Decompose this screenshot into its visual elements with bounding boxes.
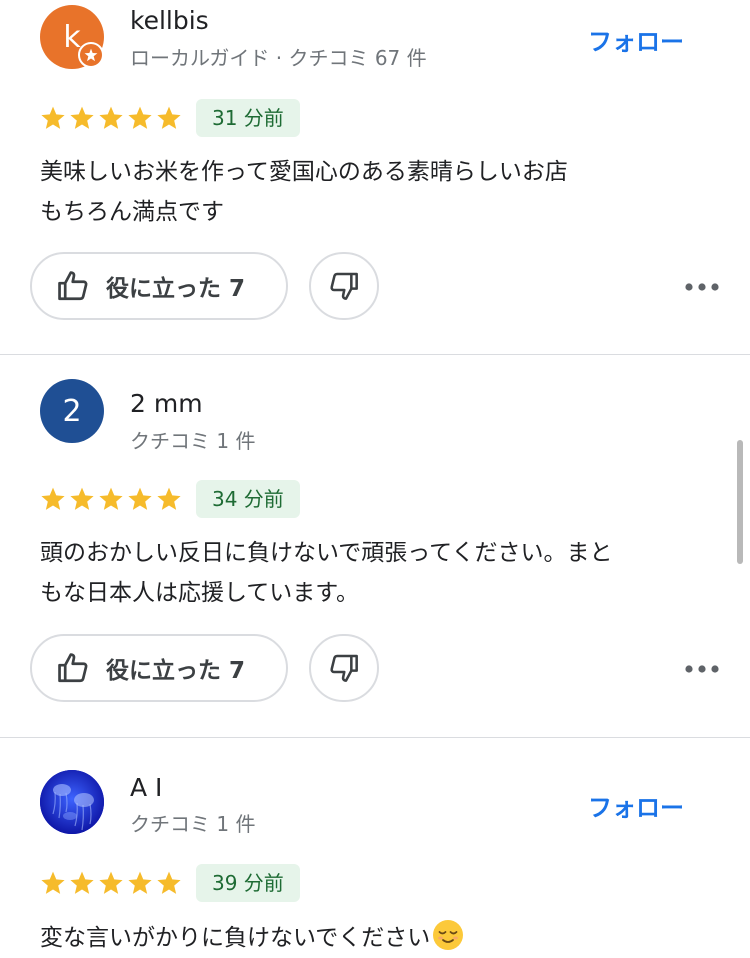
star-icon (99, 871, 123, 894)
star-icon (70, 106, 94, 129)
avatar[interactable]: 2 (40, 379, 104, 443)
not-helpful-button[interactable] (309, 252, 379, 320)
review-card: A I クチコミ 1 件 フォロー 39 分前 変な言いがかりに負けないでくださ… (0, 737, 750, 953)
jellyfish-photo-icon (40, 770, 104, 834)
star-icon (157, 871, 181, 894)
star-icon (157, 487, 181, 510)
more-options-icon[interactable] (682, 277, 722, 297)
review-card: 2 2 mm クチコミ 1 件 34 分前 頭のおかしい反日に負けないで頑張って… (0, 354, 750, 737)
review-text-line: 美味しいお米を作って愛国心のある素晴らしいお店 (40, 159, 568, 185)
avatar-letter: 2 (62, 393, 82, 429)
reviewer-meta: ローカルガイド · クチコミ 67 件 (130, 46, 427, 70)
star-icon (128, 106, 152, 129)
star-icon (157, 106, 181, 129)
star-icon (41, 871, 65, 894)
reviewer-name[interactable]: kellbis (130, 6, 209, 35)
reviewer-meta: クチコミ 1 件 (130, 429, 256, 453)
star-rating (40, 870, 182, 896)
reviewer-name[interactable]: A I (130, 773, 162, 802)
review-text: 美味しいお米を作って愛国心のある素晴らしいお店 もちろん満点です (40, 152, 710, 232)
star-rating (40, 105, 182, 131)
star-icon (99, 487, 123, 510)
follow-button[interactable]: フォロー (588, 788, 684, 823)
avatar[interactable] (40, 770, 104, 834)
thumbs-up-icon (58, 653, 88, 683)
follow-button[interactable]: フォロー (588, 22, 684, 57)
review-text-line: 変な言いがかりに負けないでください (40, 918, 710, 958)
thumbs-down-icon (330, 654, 358, 682)
star-icon (99, 106, 123, 129)
scrollbar[interactable] (737, 440, 743, 564)
star-rating (40, 486, 182, 512)
relieved-face-emoji-icon (433, 920, 464, 950)
review-time-badge: 34 分前 (196, 480, 300, 518)
star-icon (128, 487, 152, 510)
thumbs-down-icon (330, 272, 358, 300)
thumbs-up-icon (58, 271, 88, 301)
star-icon (70, 487, 94, 510)
not-helpful-button[interactable] (309, 634, 379, 702)
local-guide-badge-icon (78, 42, 104, 68)
review-text-line: もな日本人は応援しています。 (40, 580, 360, 606)
reviewer-meta: クチコミ 1 件 (130, 812, 256, 836)
review-text: 頭のおかしい反日に負けないで頑張ってください。まと もな日本人は応援しています。 (40, 533, 710, 613)
review-card: k kellbis ローカルガイド · クチコミ 67 件 フォロー 31 分前… (0, 0, 750, 354)
review-text: 変な言いがかりに負けないでください (40, 918, 710, 958)
helpful-count-label: 役に立った 7 (106, 276, 246, 302)
review-text-line-content: 変な言いがかりに負けないでください (40, 925, 431, 951)
reviewer-name[interactable]: 2 mm (130, 389, 203, 418)
helpful-count-label: 役に立った 7 (106, 658, 246, 684)
review-text-line: 頭のおかしい反日に負けないで頑張ってください。まと (40, 540, 613, 566)
more-options-icon[interactable] (682, 659, 722, 679)
star-icon (70, 871, 94, 894)
review-text-line: もちろん満点です (40, 199, 224, 225)
helpful-button[interactable]: 役に立った 7 (30, 252, 288, 320)
review-time-badge: 39 分前 (196, 864, 300, 902)
helpful-button[interactable]: 役に立った 7 (30, 634, 288, 702)
review-time-badge: 31 分前 (196, 99, 300, 137)
star-icon (41, 487, 65, 510)
star-icon (128, 871, 152, 894)
star-icon (41, 106, 65, 129)
